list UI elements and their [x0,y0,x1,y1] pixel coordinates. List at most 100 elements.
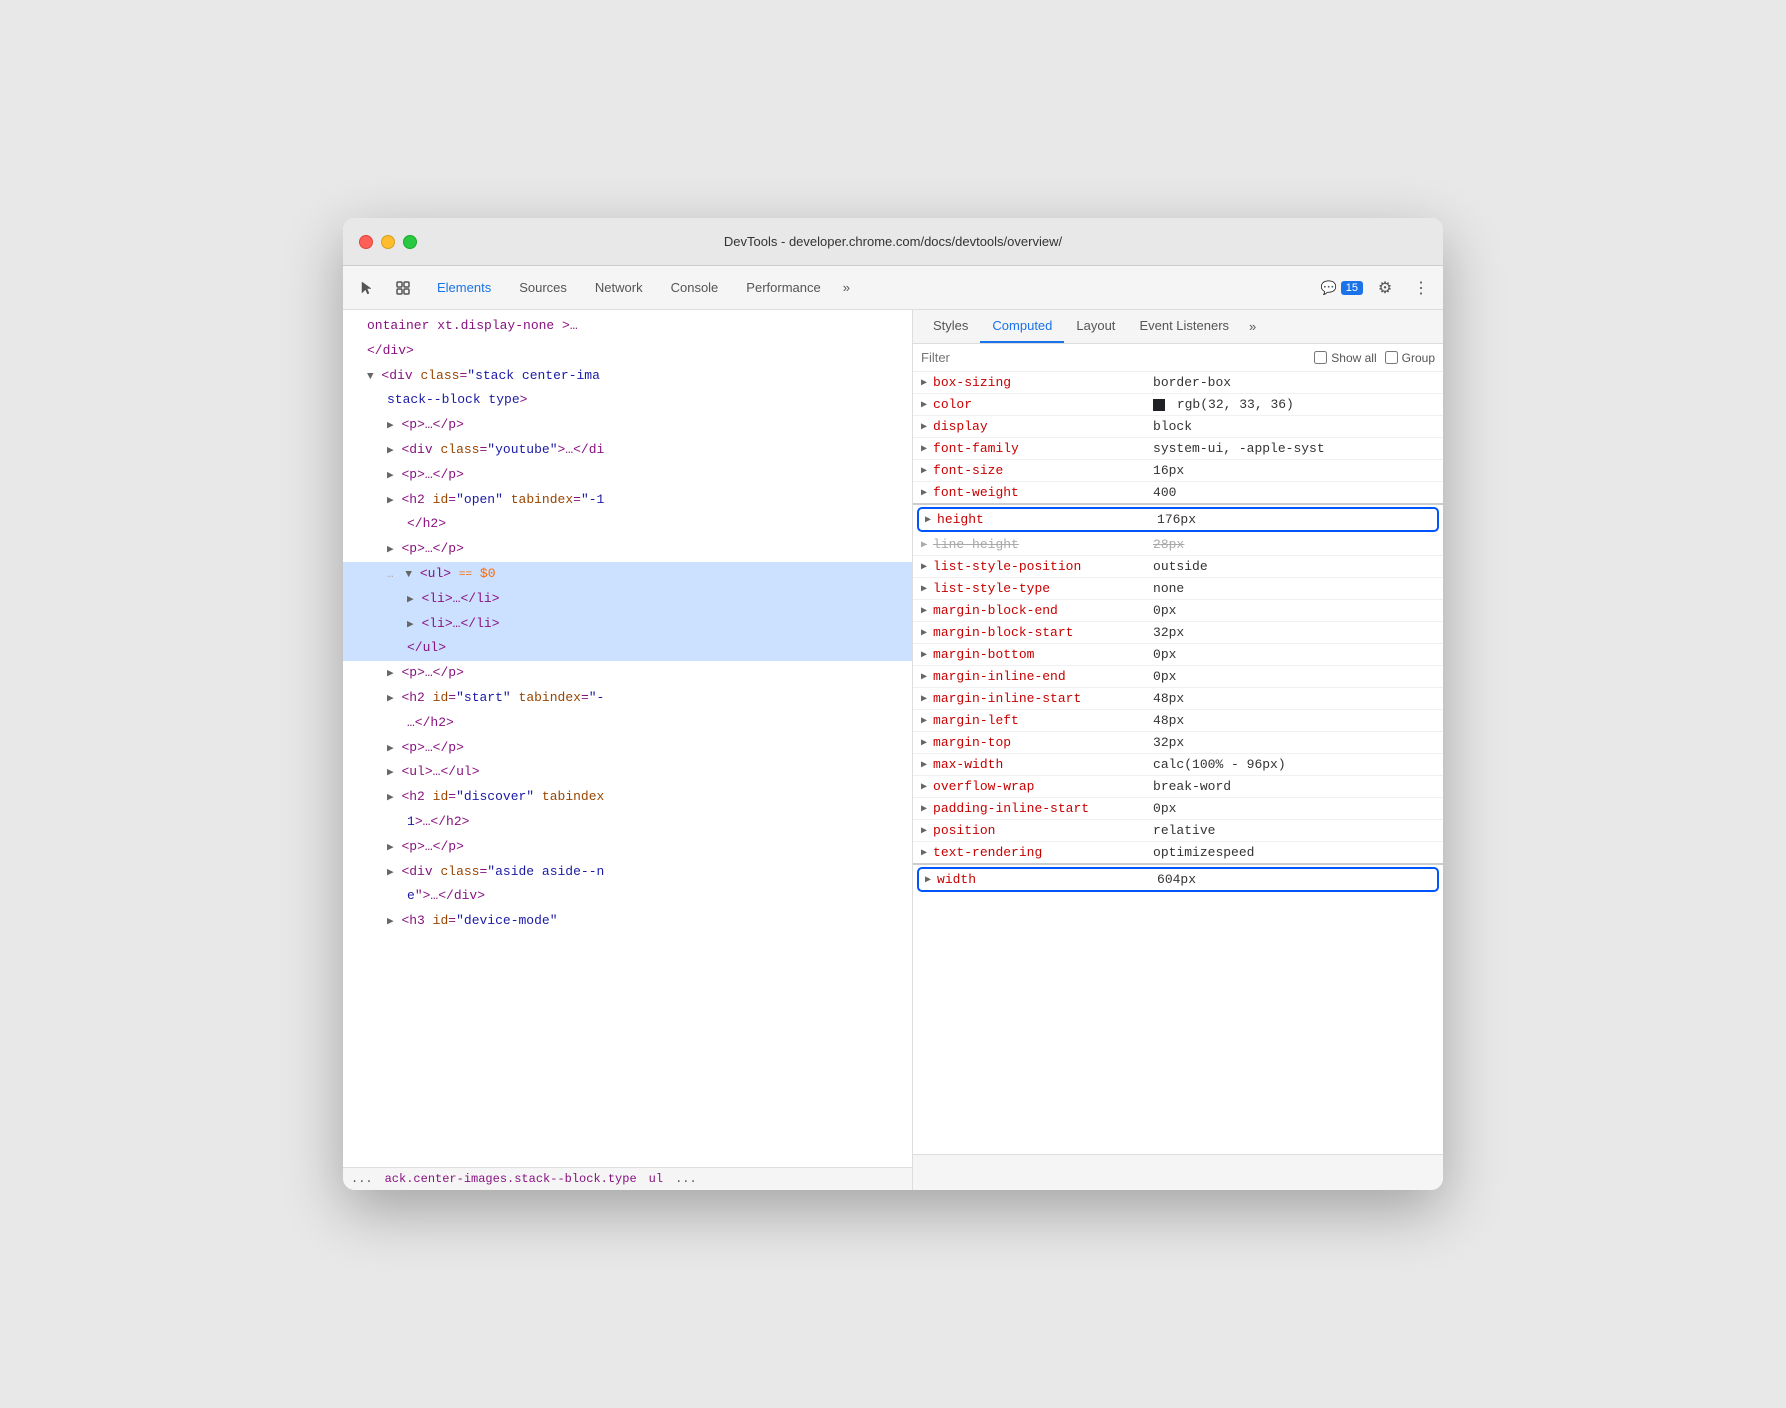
minimize-button[interactable] [381,235,395,249]
prop-margin-block-end[interactable]: ▶ margin-block-end 0px [913,600,1443,622]
tab-elements[interactable]: Elements [423,274,505,301]
prop-overflow-wrap[interactable]: ▶ overflow-wrap break-word [913,776,1443,798]
tab-performance[interactable]: Performance [732,274,834,301]
tab-network[interactable]: Network [581,274,657,301]
prop-list-style-type[interactable]: ▶ list-style-type none [913,578,1443,600]
expand-arrow[interactable] [387,445,394,457]
breadcrumb-tag[interactable]: ul [649,1172,663,1186]
prop-margin-left[interactable]: ▶ margin-left 48px [913,710,1443,732]
dom-line[interactable]: <div class="stack center-ima [343,364,912,389]
dom-line[interactable]: …</h2> [343,711,912,736]
dom-line[interactable]: stack--block type> [343,388,912,413]
dom-line[interactable]: <p>…</p> [343,736,912,761]
dom-line[interactable]: <li>…</li> [343,587,912,612]
show-all-checkbox[interactable] [1314,351,1327,364]
filter-input[interactable] [921,350,1306,365]
inspect-icon[interactable] [387,272,419,304]
dom-line[interactable]: <p>…</p> [343,463,912,488]
expand-arrow[interactable] [387,495,394,507]
prop-padding-inline-start[interactable]: ▶ padding-inline-start 0px [913,798,1443,820]
tab-console[interactable]: Console [657,274,733,301]
prop-list-style-position[interactable]: ▶ list-style-position outside [913,556,1443,578]
prop-line-height[interactable]: ▶ line-height 28px [913,534,1443,556]
dom-tree[interactable]: ontainer xt.display-none >… </div> <div … [343,310,912,1167]
expand-arrow[interactable] [387,693,394,705]
prop-margin-block-start[interactable]: ▶ margin-block-start 32px [913,622,1443,644]
prop-position[interactable]: ▶ position relative [913,820,1443,842]
expand-arrow[interactable] [387,544,394,556]
dom-line[interactable]: <p>…</p> [343,661,912,686]
dom-line[interactable]: <p>…</p> [343,835,912,860]
tab-computed[interactable]: Computed [980,310,1064,343]
expand-arrow[interactable] [387,916,394,928]
expand-arrow[interactable] [387,792,394,804]
tab-layout[interactable]: Layout [1064,310,1127,343]
expand-arrow[interactable] [405,569,412,581]
fullscreen-button[interactable] [403,235,417,249]
group-checkbox[interactable] [1385,351,1398,364]
dom-line[interactable]: <div class="aside aside--n [343,860,912,885]
more-panel-tabs[interactable]: » [1245,311,1260,342]
expand-arrow[interactable] [387,743,394,755]
close-button[interactable] [359,235,373,249]
prop-box-sizing[interactable]: ▶ box-sizing border-box [913,372,1443,394]
expand-arrow[interactable] [367,371,374,383]
breadcrumb-class[interactable]: ack.center-images.stack--block.type [385,1172,637,1186]
prop-margin-top[interactable]: ▶ margin-top 32px [913,732,1443,754]
prop-margin-inline-start[interactable]: ▶ margin-inline-start 48px [913,688,1443,710]
prop-max-width[interactable]: ▶ max-width calc(100% - 96px) [913,754,1443,776]
expand-arrow[interactable] [387,767,394,779]
tag-text: <p>…</p> [401,541,463,556]
dom-line[interactable]: <h2 id="discover" tabindex [343,785,912,810]
prop-margin-bottom[interactable]: ▶ margin-bottom 0px [913,644,1443,666]
prop-font-size[interactable]: ▶ font-size 16px [913,460,1443,482]
dom-line[interactable]: ontainer xt.display-none >… [343,314,912,339]
prop-name: list-style-position [933,559,1153,574]
dom-line[interactable]: <div class="youtube">…</di [343,438,912,463]
prop-display[interactable]: ▶ display block [913,416,1443,438]
expand-arrow[interactable] [387,420,394,432]
notifications-badge[interactable]: 💬 15 [1321,280,1363,296]
prop-value: relative [1153,823,1435,838]
dom-line[interactable]: <h2 id="start" tabindex="- [343,686,912,711]
expand-arrow[interactable] [387,470,394,482]
dom-line-selected[interactable]: … <ul> == $0 [343,562,912,587]
prop-font-family[interactable]: ▶ font-family system-ui, -apple-syst [913,438,1443,460]
prop-font-weight[interactable]: ▶ font-weight 400 [913,482,1443,505]
dom-line[interactable]: <h3 id="device-mode" [343,909,912,934]
expand-arrow[interactable] [387,842,394,854]
dom-line[interactable]: </h2> [343,512,912,537]
dom-line[interactable]: <h2 id="open" tabindex="-1 [343,488,912,513]
more-tabs-button[interactable]: » [835,276,858,299]
expand-icon: ▶ [921,443,927,455]
dom-line[interactable]: </div> [343,339,912,364]
expand-arrow[interactable] [407,619,414,631]
more-options-icon[interactable]: ⋮ [1407,274,1435,302]
prop-color[interactable]: ▶ color rgb(32, 33, 36) [913,394,1443,416]
prop-height[interactable]: ▶ height 176px [917,507,1439,532]
prop-width[interactable]: ▶ width 604px [917,867,1439,892]
prop-value: 16px [1153,463,1435,478]
expand-arrow[interactable] [387,668,394,680]
tab-styles[interactable]: Styles [921,310,980,343]
expand-arrow[interactable] [387,867,394,879]
tag-text: </h2> [407,516,446,531]
prop-margin-inline-end[interactable]: ▶ margin-inline-end 0px [913,666,1443,688]
prop-value: 0px [1153,603,1435,618]
tag-text: <div class="youtube">…</di [401,442,604,457]
cursor-icon[interactable] [351,272,383,304]
prop-text-rendering[interactable]: ▶ text-rendering optimizespeed [913,842,1443,865]
dom-line[interactable]: e">…</div> [343,884,912,909]
dom-line[interactable]: <ul>…</ul> [343,760,912,785]
tab-event-listeners[interactable]: Event Listeners [1127,310,1241,343]
traffic-lights [359,235,417,249]
expand-arrow[interactable] [407,594,414,606]
dom-line[interactable]: <p>…</p> [343,537,912,562]
dom-line[interactable]: </ul> [343,636,912,661]
tab-sources[interactable]: Sources [505,274,581,301]
prop-value: border-box [1153,375,1435,390]
dom-line[interactable]: <li>…</li> [343,612,912,637]
settings-icon[interactable]: ⚙ [1371,274,1399,302]
dom-line[interactable]: 1>…</h2> [343,810,912,835]
dom-line[interactable]: <p>…</p> [343,413,912,438]
